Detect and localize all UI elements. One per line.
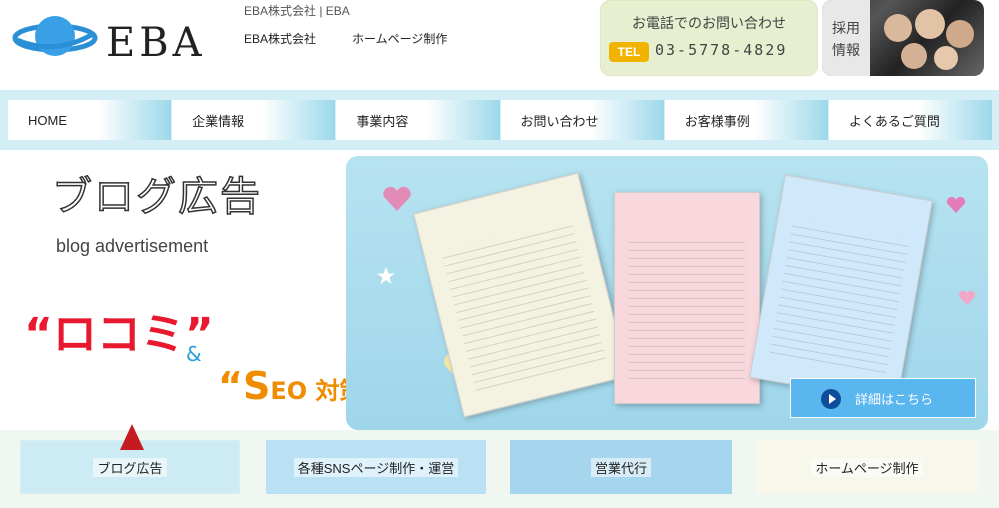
selected-tile-arrow-icon xyxy=(120,424,144,450)
service-tiles: ブログ広告 各種SNSページ制作・運営 営業代行 ホームページ制作 xyxy=(0,430,999,508)
main-navigation: HOME 企業情報 事業内容 お問い合わせ お客様事例 よくあるご質問 xyxy=(0,90,999,150)
phone-contact-box[interactable]: お電話でのお問い合わせ TEL 03-5778-4829 xyxy=(600,0,818,76)
blog-screenshot-2 xyxy=(614,192,760,404)
hero-title: ブログ広告 xyxy=(51,173,262,221)
tile-label: ブログ広告 xyxy=(93,457,167,477)
heart-decoration-icon xyxy=(958,290,976,306)
blog-screenshots-panel: 詳細はこちら xyxy=(346,156,988,430)
tel-number[interactable]: 03-5778-4829 xyxy=(655,41,787,59)
nav-item-home[interactable]: HOME xyxy=(8,100,172,140)
heart-decoration-icon xyxy=(383,186,411,211)
nav-item-faq[interactable]: よくあるご質問 xyxy=(828,100,993,140)
company-tag: EBA株式会社 | EBA xyxy=(244,4,350,18)
hero-section: ブログ広告 blog advertisement “ロコミ” & “SEO 対策… xyxy=(0,150,999,430)
staff-photo-icon xyxy=(884,9,974,70)
nav-item-business[interactable]: 事業内容 xyxy=(336,100,500,140)
star-decoration-icon xyxy=(377,267,395,284)
play-icon xyxy=(821,389,841,409)
nav-item-contact[interactable]: お問い合わせ xyxy=(500,100,664,140)
recruit-label-line2: 情報 xyxy=(832,43,860,59)
details-button[interactable]: 詳細はこちら xyxy=(790,378,976,418)
nav-item-company-info[interactable]: 企業情報 xyxy=(172,100,336,140)
hero-subtitle: blog advertisement xyxy=(56,236,209,256)
eba-logo[interactable]: EBA xyxy=(8,8,213,68)
recruit-label: 採用 情報 xyxy=(822,0,870,76)
heart-decoration-icon xyxy=(946,196,966,213)
recruit-label-line1: 採用 xyxy=(832,21,860,37)
tile-label: 営業代行 xyxy=(590,457,651,477)
tile-sales-agency[interactable]: 営業代行 xyxy=(510,440,732,494)
blog-screenshot-3 xyxy=(749,174,933,404)
header: EBA EBA株式会社 | EBA EBA株式会社 ホームページ制作 お電話での… xyxy=(0,0,999,90)
details-button-label: 詳細はこちら xyxy=(855,391,934,407)
planet-logo-icon xyxy=(12,16,98,56)
tile-homepage-production[interactable]: ホームページ制作 xyxy=(756,440,978,494)
header-links: EBA株式会社 ホームページ制作 xyxy=(244,30,447,47)
header-link-homepage[interactable]: ホームページ制作 xyxy=(352,30,447,47)
logo-text: EBA xyxy=(106,20,206,66)
nav-item-case-studies[interactable]: お客様事例 xyxy=(664,100,828,140)
recruit-banner[interactable]: 採用 情報 xyxy=(822,0,984,76)
tel-badge: TEL xyxy=(609,42,649,62)
tile-label: 各種SNSページ制作・運営 xyxy=(293,457,459,477)
tile-sns-pages[interactable]: 各種SNSページ制作・運営 xyxy=(266,440,486,494)
header-link-company[interactable]: EBA株式会社 xyxy=(244,30,316,47)
ampersand-text: & xyxy=(186,342,202,366)
seo-s: “S xyxy=(218,364,271,408)
tile-label: ホームページ制作 xyxy=(811,457,923,477)
contact-title: お電話でのお問い合わせ xyxy=(632,16,786,32)
